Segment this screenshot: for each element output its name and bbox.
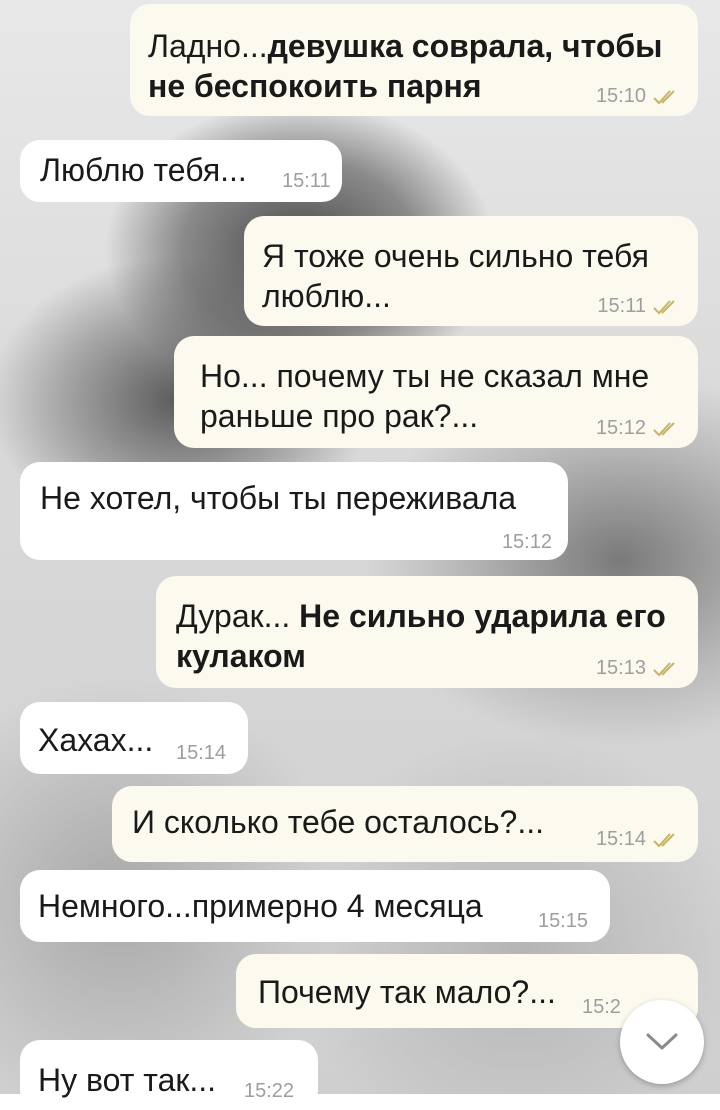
chat-thread[interactable]: Ладно...девушка соврала, чтобы не беспок… xyxy=(0,0,720,1110)
message-text: Люблю тебя... xyxy=(40,152,247,188)
message-text: Немного...примерно 4 месяца xyxy=(38,888,483,924)
read-ticks-icon xyxy=(653,299,675,314)
message-incoming[interactable]: Не хотел, чтобы ты переживала 15:12 xyxy=(20,462,568,560)
message-meta: 15:14 xyxy=(176,742,226,765)
message-meta: 15:11 xyxy=(597,295,682,318)
message-text: Хахах... xyxy=(38,722,154,758)
message-meta: 15:10 xyxy=(596,85,682,108)
message-meta: 15:2 xyxy=(582,996,621,1019)
message-outgoing[interactable]: Но... почему ты не сказал мне раньше про… xyxy=(174,336,698,448)
message-time: 15:2 xyxy=(582,996,621,1018)
message-time: 15:14 xyxy=(595,828,646,850)
read-ticks-icon xyxy=(653,661,675,676)
message-outgoing[interactable]: И сколько тебе осталось?... 15:14 xyxy=(112,786,698,862)
message-text: Не хотел, чтобы ты переживала xyxy=(40,480,517,516)
chevron-down-icon xyxy=(646,1033,678,1050)
message-time: 15:22 xyxy=(244,1080,295,1102)
message-meta: 15:13 xyxy=(596,657,682,680)
message-incoming[interactable]: Немного...примерно 4 месяца 15:15 xyxy=(20,870,610,942)
message-meta: 15:11 xyxy=(282,170,331,193)
scroll-to-bottom-button[interactable] xyxy=(620,1000,704,1084)
message-text: И сколько тебе осталось?... xyxy=(132,804,544,840)
message-time: 15:13 xyxy=(595,657,646,679)
message-meta: 15:22 xyxy=(244,1080,294,1103)
message-meta: 15:15 xyxy=(538,910,588,933)
message-time: 15:15 xyxy=(538,910,589,932)
message-time: 15:12 xyxy=(501,531,552,553)
message-time: 15:14 xyxy=(176,742,227,764)
message-outgoing[interactable]: Я тоже очень сильно тебя люблю... 15:11 xyxy=(244,216,698,326)
message-text: Почему так мало?... xyxy=(258,974,556,1010)
message-incoming[interactable]: Ну вот так... 15:22 xyxy=(20,1040,318,1110)
message-time: 15:11 xyxy=(282,170,331,192)
message-meta: 15:12 xyxy=(596,417,682,440)
message-incoming[interactable]: Люблю тебя... 15:11 xyxy=(20,140,342,202)
message-incoming[interactable]: Хахах... 15:14 xyxy=(20,702,248,774)
message-meta: 15:12 xyxy=(502,531,552,554)
message-time: 15:11 xyxy=(597,295,646,317)
message-time: 15:12 xyxy=(595,417,646,439)
message-text: Ну вот так... xyxy=(38,1062,217,1098)
read-ticks-icon xyxy=(653,421,675,436)
message-time: 15:10 xyxy=(595,85,646,107)
read-ticks-icon xyxy=(653,832,675,847)
message-meta: 15:14 xyxy=(596,828,682,851)
message-outgoing[interactable]: Дурак... Не сильно ударила его кулаком 1… xyxy=(156,576,698,688)
message-outgoing[interactable]: Ладно...девушка соврала, чтобы не беспок… xyxy=(130,4,698,116)
read-ticks-icon xyxy=(653,89,675,104)
